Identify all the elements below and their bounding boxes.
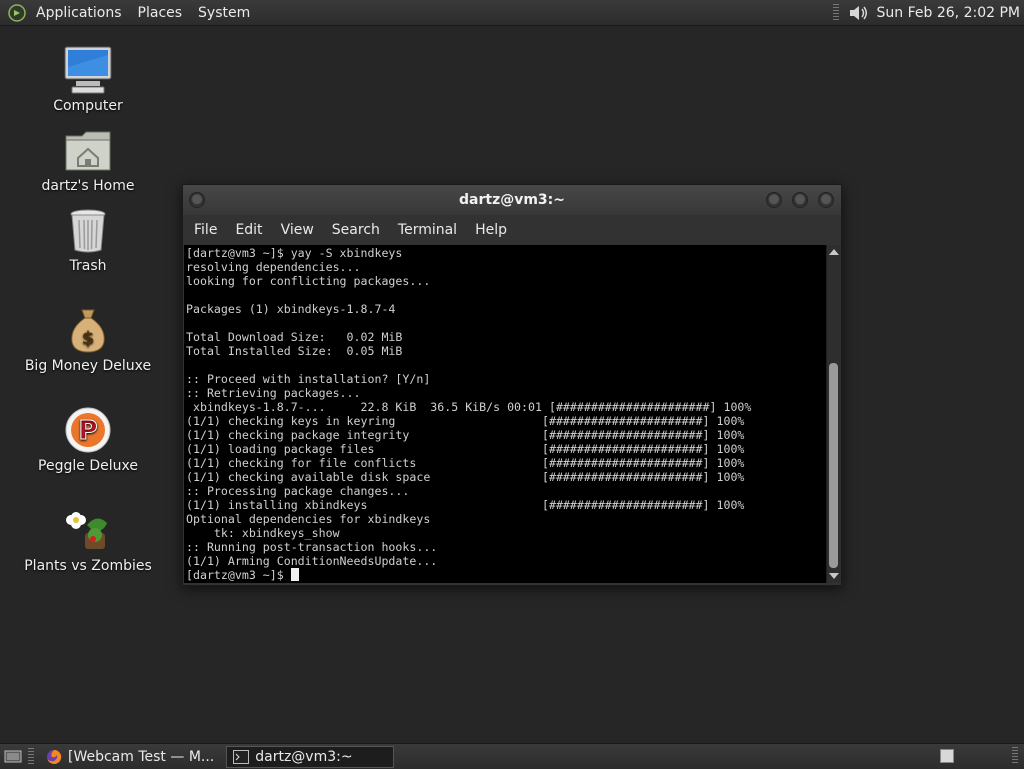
close-button[interactable] [818,192,834,208]
computer-icon [62,44,114,96]
menu-edit[interactable]: Edit [226,222,271,238]
desktop-icon-plants-vs-zombies[interactable]: Plants vs Zombies [18,504,158,574]
system-menu[interactable]: System [190,5,258,21]
taskbar-item-label: [Webcam Test — M... [68,748,215,765]
terminal-prompt: [dartz@vm3 ~]$ [186,568,291,582]
panel-handle [28,747,34,766]
terminal-line: (1/1) installing xbindkeys [############… [186,498,745,512]
trash-icon [62,204,114,256]
desktop-icon-label: Computer [53,98,123,114]
terminal-line: Packages (1) xbindkeys-1.8.7-4 [186,302,396,316]
terminal-line: (1/1) loading package files [###########… [186,442,745,456]
terminal-cursor [290,568,299,581]
speaker-icon[interactable] [847,2,871,24]
terminal-line: tk: xbindkeys_show [186,526,340,540]
menu-search[interactable]: Search [323,222,389,238]
svg-text:$: $ [82,328,95,349]
applications-menu[interactable]: Applications [28,5,130,21]
terminal-line: (1/1) checking available disk space [###… [186,470,745,484]
money-bag-icon: $ [62,304,114,356]
terminal-line: Optional dependencies for xbindkeys [186,512,431,526]
desktop-icon-label: Plants vs Zombies [24,558,152,574]
terminal-line: Total Download Size: 0.02 MiB [186,330,403,344]
terminal-line: looking for conflicting packages... [186,274,431,288]
menu-view[interactable]: View [272,222,323,238]
desktop-icon-label: Peggle Deluxe [38,458,138,474]
desktop-icon-computer[interactable]: Computer [18,44,158,114]
terminal-line: resolving dependencies... [186,260,361,274]
scrollbar-thumb[interactable] [829,363,838,568]
terminal-line: Total Installed Size: 0.05 MiB [186,344,403,358]
terminal-window[interactable]: dartz@vm3:~ File Edit View Search Termin… [182,184,842,586]
taskbar-item-terminal[interactable]: dartz@vm3:~ [226,745,395,768]
peggle-icon: P [62,404,114,456]
desktop-icon-home[interactable]: dartz's Home [18,124,158,194]
taskbar-item-label: dartz@vm3:~ [255,748,353,765]
top-panel: Applications Places System Sun Feb 26, 2… [0,0,1024,26]
window-title: dartz@vm3:~ [459,192,565,208]
home-folder-icon [62,124,114,176]
scroll-up-arrow-icon[interactable] [829,249,839,255]
terminal-line: :: Processing package changes... [186,484,410,498]
menu-help[interactable]: Help [466,222,516,238]
terminal-icon [233,749,250,765]
minimize-button[interactable] [766,192,782,208]
desktop-icon-label: Trash [69,258,107,274]
places-menu[interactable]: Places [130,5,191,21]
svg-text:P: P [78,416,97,446]
window-menu-button[interactable] [189,192,205,208]
terminal-line: (1/1) Arming ConditionNeedsUpdate... [186,554,438,568]
desktop-icon-label: dartz's Home [41,178,135,194]
plants-vs-zombies-icon [62,504,114,556]
terminal-output[interactable]: [dartz@vm3 ~]$ yay -S xbindkeys resolvin… [184,245,826,583]
terminal-line: :: Proceed with installation? [Y/n] [186,372,431,386]
workspace-switcher[interactable] [940,749,954,763]
terminal-scrollbar[interactable] [826,245,841,583]
firefox-icon [46,749,62,765]
panel-handle [1012,747,1018,765]
desktop-icon-label: Big Money Deluxe [24,358,152,374]
show-desktop-icon[interactable] [4,750,22,764]
terminal-prompt-line: [dartz@vm3 ~]$ [186,568,826,582]
terminal-menubar: File Edit View Search Terminal Help [183,217,843,243]
terminal-line: (1/1) checking package integrity [######… [186,428,745,442]
taskbar-item-webcam-test[interactable]: [Webcam Test — M... [40,746,220,768]
maximize-button[interactable] [792,192,808,208]
desktop-icon-trash[interactable]: Trash [18,204,158,274]
menu-file[interactable]: File [185,222,226,238]
terminal-line: :: Retrieving packages... [186,386,361,400]
clock[interactable]: Sun Feb 26, 2:02 PM [877,5,1020,21]
menu-terminal[interactable]: Terminal [389,222,466,238]
tray-handle [832,3,839,22]
desktop-icon-big-money[interactable]: $ Big Money Deluxe [18,304,158,374]
terminal-line: (1/1) checking keys in keyring [########… [186,414,745,428]
terminal-line: (1/1) checking for file conflicts [#####… [186,456,745,470]
scroll-down-arrow-icon[interactable] [829,573,839,579]
terminal-line: :: Running post-transaction hooks... [186,540,438,554]
desktop-icon-peggle[interactable]: P Peggle Deluxe [18,404,158,474]
terminal-line: [dartz@vm3 ~]$ yay -S xbindkeys [186,246,403,260]
window-titlebar[interactable]: dartz@vm3:~ [183,185,841,215]
terminal-line: xbindkeys-1.8.7-... 22.8 KiB 36.5 KiB/s … [186,400,752,414]
mate-logo-icon[interactable] [6,2,28,24]
bottom-panel: [Webcam Test — M... dartz@vm3:~ [0,743,1024,769]
